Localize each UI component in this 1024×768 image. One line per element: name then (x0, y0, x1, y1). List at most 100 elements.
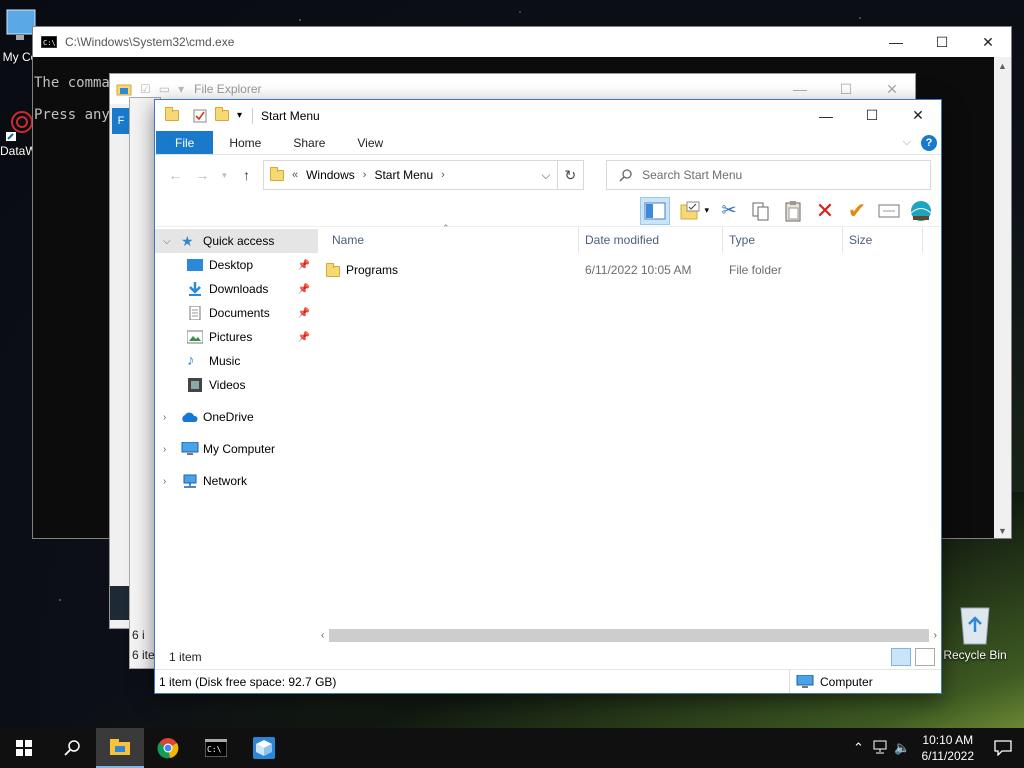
scroll-down-icon[interactable]: ▼ (994, 526, 1011, 536)
label-icon[interactable] (877, 199, 901, 223)
ribbon-expand-icon[interactable]: ⌵ (903, 136, 911, 149)
chevron-right-icon[interactable]: › (363, 169, 367, 181)
address-dropdown-icon[interactable]: ⌵ (541, 168, 550, 183)
network-tray-icon[interactable] (870, 740, 892, 757)
column-headers: ⌃ Name Date modified Type Size (318, 223, 941, 253)
sidebar-item-onedrive[interactable]: › OneDrive (155, 405, 318, 429)
volume-icon[interactable]: 🔈 (892, 740, 914, 756)
details-view-button[interactable] (891, 648, 911, 666)
pin-icon[interactable]: 📌 (298, 332, 310, 343)
column-date-modified[interactable]: Date modified (579, 227, 723, 253)
breadcrumb-overflow-icon[interactable]: « (292, 169, 298, 181)
sidebar-item-videos[interactable]: Videos (155, 373, 318, 397)
maximize-button[interactable]: ☐ (919, 27, 965, 57)
pin-icon[interactable]: 📌 (298, 284, 310, 295)
cmd-titlebar[interactable]: C:\ C:\Windows\System32\cmd.exe — ☐ ✕ (33, 27, 1011, 57)
desktop-icon-label: Recycle Bin (943, 648, 1007, 662)
search-button[interactable] (48, 728, 96, 768)
address-bar[interactable]: « Windows › Start Menu › ⌵ (262, 160, 558, 190)
properties-icon[interactable] (678, 199, 702, 223)
chevron-right-icon[interactable]: › (441, 169, 445, 181)
sidebar-item-network[interactable]: › Network (155, 469, 318, 493)
taskbar-cmd[interactable]: C:\ (192, 728, 240, 768)
delete-icon[interactable]: ✕ (813, 198, 837, 223)
tab-file[interactable]: File (156, 131, 214, 154)
folder-icon (326, 263, 340, 277)
desktop-icon-datawarehouse[interactable]: DataW (0, 108, 37, 158)
sort-ascending-icon: ⌃ (442, 223, 450, 233)
scroll-right-icon[interactable]: › (934, 630, 941, 641)
help-icon[interactable]: ? (921, 134, 937, 151)
disk-free-text: 1 item (Disk free space: 92.7 GB) (159, 674, 337, 689)
qat-newfolder-icon[interactable]: ▭ (159, 82, 170, 96)
properties-dropdown-icon[interactable]: ▾ (704, 205, 709, 216)
table-row[interactable]: Programs 6/11/2022 10:05 AM File folder (318, 259, 941, 281)
sidebar-item-pictures[interactable]: Pictures 📌 (155, 325, 318, 349)
column-size[interactable]: Size (843, 227, 923, 253)
qat-properties-icon[interactable] (193, 109, 207, 123)
close-button[interactable]: ✕ (965, 27, 1011, 57)
close-button[interactable]: ✕ (895, 100, 941, 131)
explorer-titlebar[interactable]: ▾ Start Menu — ☐ ✕ (155, 100, 941, 131)
forward-button[interactable]: → (192, 167, 213, 183)
sidebar-item-my-computer[interactable]: › My Computer (155, 437, 318, 461)
breadcrumb-start-menu[interactable]: Start Menu (374, 168, 433, 182)
tab-home[interactable]: Home (213, 131, 277, 154)
taskbar-chrome[interactable] (144, 728, 192, 768)
chevron-right-icon[interactable]: › (163, 476, 175, 487)
pin-icon[interactable]: 📌 (298, 260, 310, 271)
clock[interactable]: 10:10 AM 6/11/2022 (914, 732, 983, 764)
back-status-text: 6 ite (132, 648, 155, 662)
start-button[interactable] (0, 728, 48, 768)
copy-icon[interactable] (749, 199, 773, 223)
file-explorer-window[interactable]: ▾ Start Menu — ☐ ✕ File Home Share View … (155, 100, 941, 693)
clock-date: 6/11/2022 (921, 749, 975, 763)
sidebar-item-label: Documents (209, 306, 270, 320)
back-file-tab[interactable]: F (112, 108, 130, 134)
tab-view[interactable]: View (341, 131, 399, 154)
minimize-button[interactable]: — (873, 27, 919, 57)
scroll-left-icon[interactable]: ‹ (317, 630, 324, 641)
search-box[interactable]: Search Start Menu (606, 160, 932, 190)
sidebar-item-documents[interactable]: Documents 📌 (155, 301, 318, 325)
taskbar: C:\ ⌃ 🔈 10:10 AM 6/11/2022 (0, 728, 1024, 768)
sidebar-item-music[interactable]: ♪ Music (155, 349, 318, 373)
maximize-button[interactable]: ☐ (849, 100, 895, 131)
chevron-right-icon[interactable]: › (163, 412, 175, 423)
breadcrumb-windows[interactable]: Windows (306, 168, 355, 182)
sidebar-item-quick-access[interactable]: ⌵ ★ Quick access (155, 229, 318, 253)
back-button[interactable]: ← (165, 167, 186, 183)
column-type[interactable]: Type (723, 227, 843, 253)
qat-newfolder-icon[interactable] (215, 107, 229, 121)
globe-shell-icon[interactable] (909, 199, 933, 223)
show-hidden-icons-icon[interactable]: ⌃ (848, 740, 870, 756)
recent-locations-icon[interactable]: ▾ (219, 170, 230, 181)
scroll-up-icon[interactable]: ▲ (994, 57, 1011, 71)
desktop-icon-recycle-bin[interactable]: Recycle Bin (942, 602, 1008, 662)
preview-pane-icon[interactable] (640, 196, 671, 225)
file-list[interactable]: ⌃ Name Date modified Type Size Programs … (318, 223, 941, 629)
taskbar-file-explorer[interactable] (96, 728, 144, 768)
qat-dropdown-icon[interactable]: ▾ (178, 82, 184, 96)
cut-icon[interactable]: ✂ (717, 199, 741, 223)
tab-share[interactable]: Share (277, 131, 341, 154)
sidebar-item-downloads[interactable]: Downloads 📌 (155, 277, 318, 301)
qat-properties-icon[interactable]: ☑ (140, 82, 151, 96)
refresh-button[interactable]: ↻ (557, 160, 585, 190)
up-button[interactable]: ↑ (236, 167, 257, 183)
large-icons-view-button[interactable] (915, 648, 935, 666)
taskbar-app[interactable] (240, 728, 288, 768)
action-center-button[interactable] (982, 740, 1024, 756)
paste-icon[interactable] (781, 199, 805, 223)
cmd-scrollbar[interactable]: ▲ ▼ (994, 57, 1011, 538)
minimize-button[interactable]: — (803, 100, 849, 131)
qat-dropdown-icon[interactable]: ▾ (237, 110, 242, 121)
scroll-thumb[interactable] (329, 629, 929, 642)
horizontal-scrollbar[interactable]: ‹ › (317, 627, 941, 644)
pin-icon[interactable]: 📌 (298, 308, 310, 319)
sidebar-item-desktop[interactable]: Desktop 📌 (155, 253, 318, 277)
chevron-right-icon[interactable]: › (163, 444, 175, 455)
monitor-icon (181, 441, 199, 456)
chevron-down-icon[interactable]: ⌵ (163, 236, 175, 247)
rename-check-icon[interactable]: ✔ (845, 198, 869, 223)
